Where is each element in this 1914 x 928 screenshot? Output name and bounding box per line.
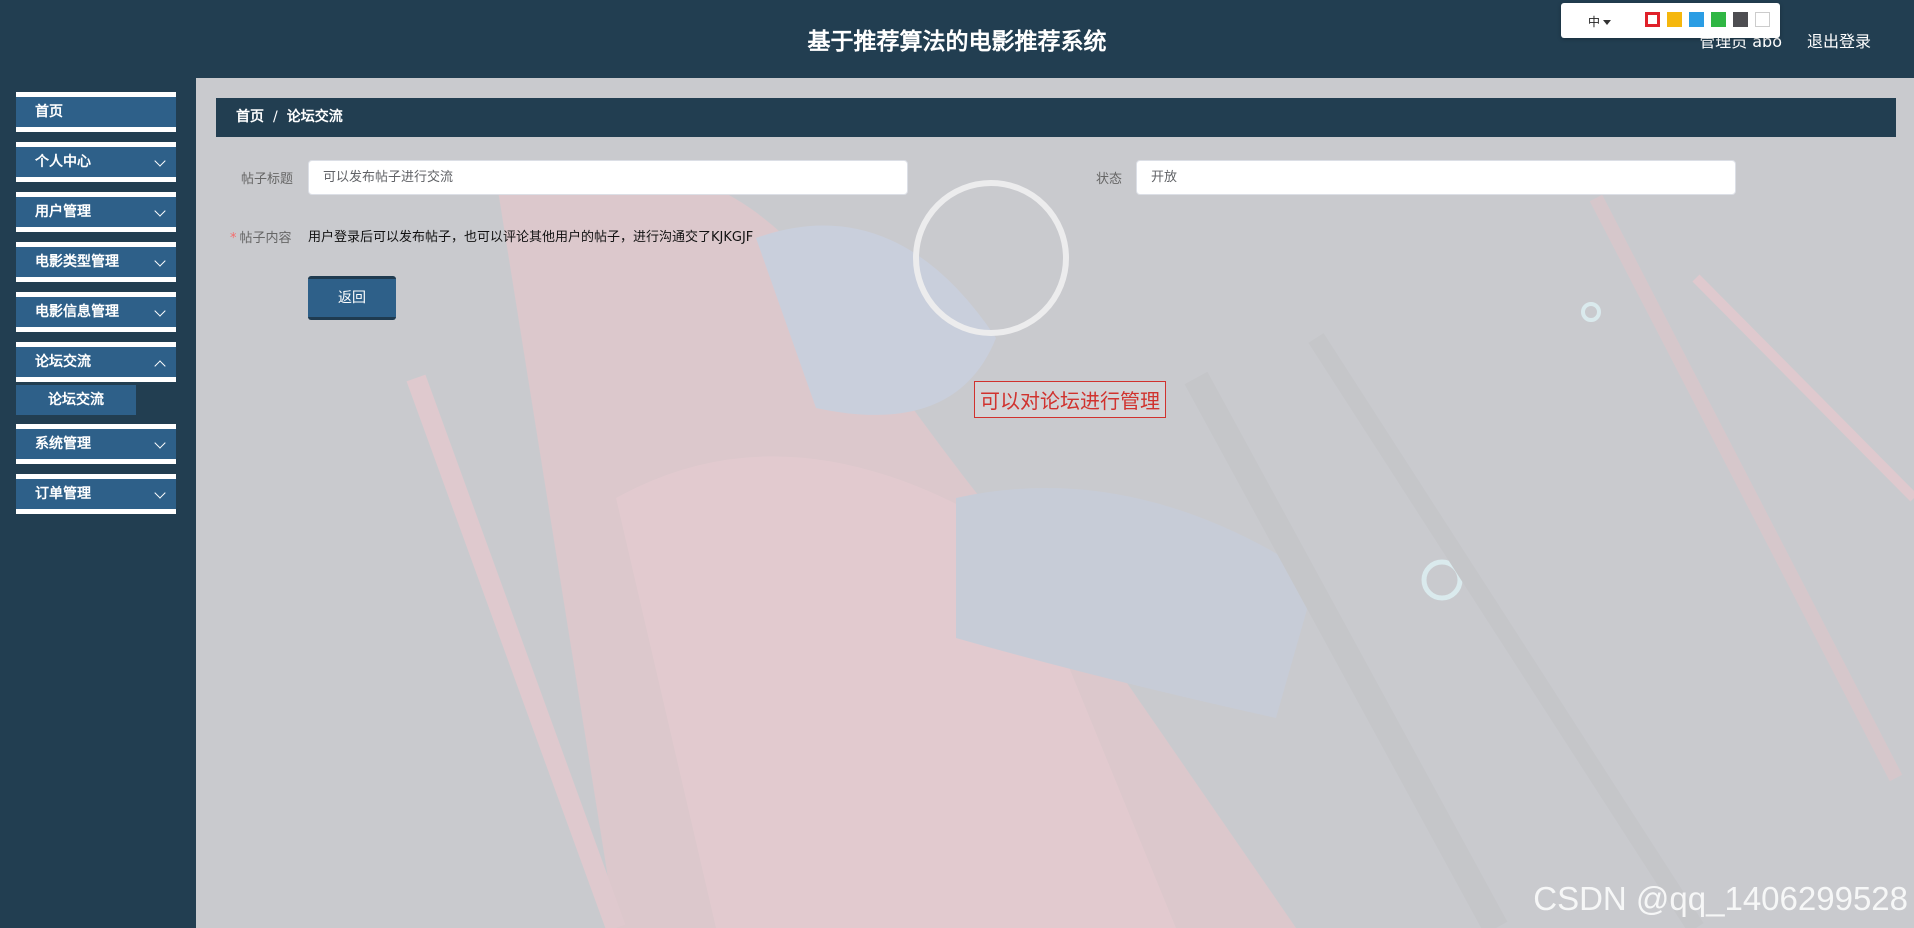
breadcrumb-home[interactable]: 首页 (236, 109, 264, 125)
post-title-label: 帖子标题 (241, 172, 294, 187)
sidebar-item-label: 个人中心 (35, 154, 91, 170)
sidebar-item-order-management[interactable]: 订单管理 (16, 474, 176, 514)
chevron-down-icon (154, 255, 166, 267)
theme-swatch-white[interactable] (1755, 12, 1770, 27)
chevron-down-icon (154, 205, 166, 217)
theme-swatch-green[interactable] (1711, 12, 1726, 27)
theme-swatch-red[interactable] (1645, 12, 1660, 27)
sidebar-item-system-management[interactable]: 系统管理 (16, 424, 176, 464)
sidebar-item-label: 用户管理 (35, 204, 91, 220)
theme-swatch-blue[interactable] (1689, 12, 1704, 27)
sidebar-item-label: 首页 (35, 104, 63, 120)
sidebar-item-label: 电影类型管理 (35, 254, 119, 270)
background-image (196, 78, 1914, 928)
sidebar-item-movie-type-management[interactable]: 电影类型管理 (16, 242, 176, 282)
post-content-label: * 帖子内容 (230, 227, 292, 246)
sidebar-item-personal-center[interactable]: 个人中心 (16, 142, 176, 182)
sidebar-item-user-management[interactable]: 用户管理 (16, 192, 176, 232)
breadcrumb: 首页 / 论坛交流 (216, 98, 1896, 137)
chevron-up-icon (154, 360, 166, 372)
post-content-label-text: 帖子内容 (239, 231, 292, 246)
sidebar-item-home[interactable]: 首页 (16, 92, 176, 132)
theme-toolbar: 中 (1561, 3, 1780, 38)
sidebar: 首页 个人中心 用户管理 电影类型管理 电影信息管理 论坛交流 论坛交流 系统管… (0, 78, 196, 928)
sidebar-item-label: 论坛交流 (35, 354, 91, 370)
post-content-value: 用户登录后可以发布帖子，也可以评论其他用户的帖子，进行沟通交了KJKGJF (308, 230, 754, 245)
back-button[interactable]: 返回 (308, 276, 396, 320)
caret-down-icon (1603, 20, 1612, 25)
chevron-down-icon (154, 437, 166, 449)
sidebar-item-movie-info-management[interactable]: 电影信息管理 (16, 292, 176, 332)
sidebar-item-forum[interactable]: 论坛交流 (16, 342, 176, 382)
status-label: 状态 (1096, 172, 1123, 187)
csdn-watermark: CSDN @qq_1406299528 (1533, 880, 1908, 917)
chevron-down-icon (154, 487, 166, 499)
status-input[interactable]: 开放 (1136, 160, 1736, 195)
theme-swatch-yellow[interactable] (1667, 12, 1682, 27)
sidebar-item-label: 订单管理 (35, 486, 91, 502)
post-title-input[interactable]: 可以发布帖子进行交流 (308, 160, 908, 195)
required-mark: * (230, 231, 237, 246)
language-select[interactable]: 中 (1588, 13, 1612, 30)
annotation-note: 可以对论坛进行管理 (974, 381, 1166, 418)
sidebar-item-label: 电影信息管理 (35, 304, 119, 320)
logout-link[interactable]: 退出登录 (1807, 28, 1871, 52)
breadcrumb-current: 论坛交流 (286, 109, 343, 125)
main-content: 首页 / 论坛交流 帖子标题 可以发布帖子进行交流 状态 开放 * 帖子内容 用户登录… (196, 78, 1914, 928)
chevron-down-icon (154, 305, 166, 317)
language-label: 中 (1588, 15, 1601, 29)
sidebar-subitem-forum[interactable]: 论坛交流 (16, 385, 136, 415)
theme-swatch-dark[interactable] (1733, 12, 1748, 27)
breadcrumb-separator: / (273, 109, 278, 125)
sidebar-item-label: 系统管理 (35, 436, 91, 452)
chevron-down-icon (154, 155, 166, 167)
